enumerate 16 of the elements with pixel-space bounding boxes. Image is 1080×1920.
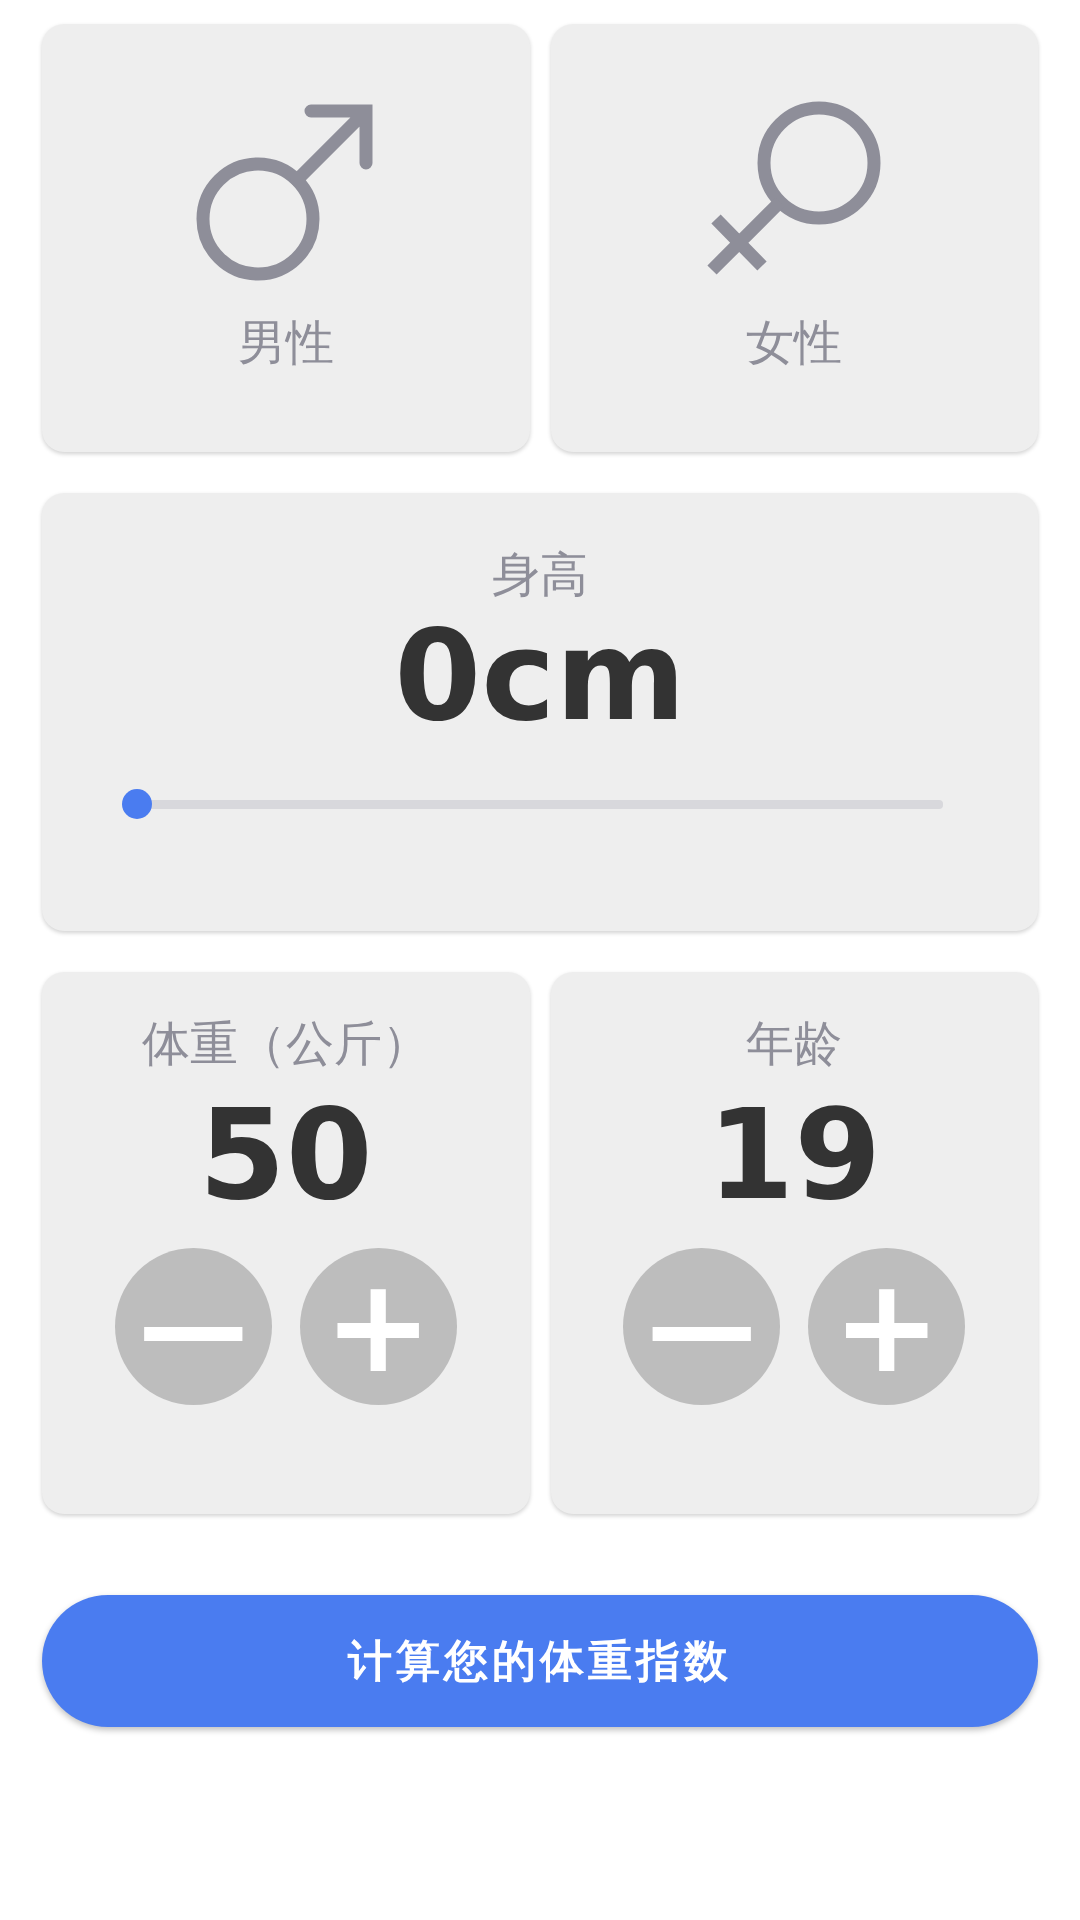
gender-card[interactable]: 男性 [42, 24, 530, 452]
counter-label: 年龄 [746, 1014, 843, 1073]
slider-thumb[interactable] [122, 788, 152, 819]
gender-card[interactable]: 女性 [550, 24, 1038, 452]
gender-label: 女性 [746, 313, 843, 372]
height-label: 身高 [492, 545, 588, 604]
calculate-button[interactable]: 计算您的体重指数 [42, 1595, 1038, 1727]
counter-value: 19 [707, 1086, 882, 1224]
minus-button[interactable]: — [623, 1247, 781, 1405]
gender-label: 男性 [237, 313, 334, 372]
height-value: 0cm [394, 607, 686, 745]
minus-button[interactable]: — [114, 1247, 272, 1405]
counter-label: 体重（公斤） [141, 1014, 430, 1073]
plus-button[interactable]: + [299, 1247, 457, 1405]
plus-button[interactable]: + [808, 1247, 966, 1405]
counter-value: 50 [198, 1086, 373, 1224]
